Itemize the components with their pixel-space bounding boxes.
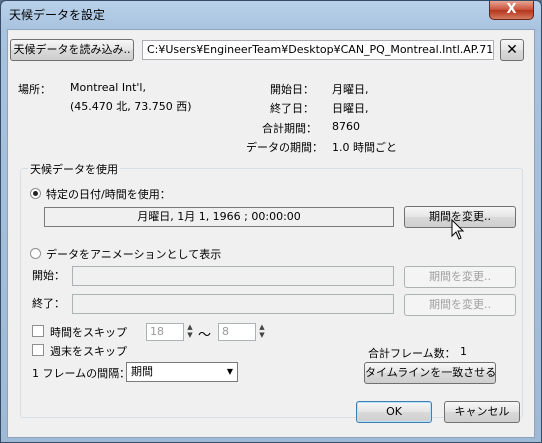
animate-start-change-button[interactable]: 期間を変更.. [404, 266, 516, 288]
animate-end-label: 終了： [32, 297, 65, 310]
data-period-value: 1.0 時間ごと [332, 141, 397, 154]
close-icon: ✕ [506, 42, 518, 58]
weather-file-path-field[interactable]: C:¥Users¥EngineerTeam¥Desktop¥CAN_PQ_Mon… [142, 40, 494, 60]
range-tilde: 〜 [198, 328, 212, 343]
skip-weekends-checkbox[interactable] [32, 344, 44, 356]
interval-label: 1 フレームの間隔： [32, 367, 131, 380]
skip-weekends-label[interactable]: 週末をスキップ [50, 343, 127, 359]
animate-radio[interactable] [30, 248, 41, 259]
start-day-label: 開始日： [270, 83, 314, 96]
animate-end-field[interactable] [72, 294, 394, 314]
skip-hours-checkbox[interactable] [32, 325, 44, 337]
specific-date-radio[interactable] [30, 188, 41, 199]
total-period-value: 8760 [332, 120, 360, 133]
group-title: 天候データを使用 [28, 161, 120, 177]
animate-start-label: 開始： [32, 269, 65, 282]
ok-button[interactable]: OK [356, 401, 432, 423]
cancel-button[interactable]: キャンセル [444, 401, 520, 423]
dialog-window: 天候データを設定 X 天候データを読み込み.. C:¥Users¥Enginee… [0, 0, 542, 443]
window-close-button[interactable]: X [489, 1, 534, 20]
start-day-value: 月曜日, [332, 83, 369, 96]
total-frames-label: 合計フレーム数： [368, 347, 456, 360]
total-period-label: 合計期間： [262, 122, 317, 135]
chevron-down-icon: ▼ [226, 367, 233, 376]
animate-end-change-button[interactable]: 期間を変更.. [404, 294, 516, 316]
end-day-label: 終了日： [270, 102, 314, 115]
interval-select[interactable]: 期間 ▼ [126, 362, 238, 382]
skip-hours-label[interactable]: 時間をスキップ [50, 324, 127, 340]
title-bar[interactable]: 天候データを設定 X [1, 1, 541, 27]
location-label: 場所： [18, 83, 51, 96]
specific-date-label[interactable]: 特定の日付/時間を使用： [46, 186, 171, 202]
specific-date-field: 月曜日, 1月 1, 1966 ; 00:00:00 [44, 207, 394, 227]
clear-path-button[interactable]: ✕ [500, 39, 524, 61]
window-title: 天候データを設定 [9, 8, 106, 22]
skip-hours-to-arrows[interactable]: ▲ ▼ [257, 323, 267, 341]
total-frames-value: 1 [460, 345, 467, 358]
load-weather-data-button[interactable]: 天候データを読み込み.. [10, 39, 134, 61]
mouse-cursor-icon [451, 219, 465, 240]
skip-hours-to-spinner[interactable]: 8 [218, 323, 256, 341]
location-coords: (45.470 北, 73.750 西) [70, 100, 192, 113]
match-timeline-button[interactable]: タイムラインを一致させる [364, 362, 496, 384]
interval-selected-value: 期間 [131, 365, 153, 378]
skip-hours-from-spinner[interactable]: 18 [146, 323, 184, 341]
end-day-value: 日曜日, [332, 102, 369, 115]
data-period-label: データの期間： [246, 141, 323, 154]
animate-start-field[interactable] [72, 266, 394, 286]
location-name: Montreal Int'l, [70, 81, 146, 94]
animate-label[interactable]: データをアニメーションとして表示 [46, 246, 221, 262]
skip-hours-from-arrows[interactable]: ▲ ▼ [185, 323, 195, 341]
close-icon: X [506, 2, 517, 17]
